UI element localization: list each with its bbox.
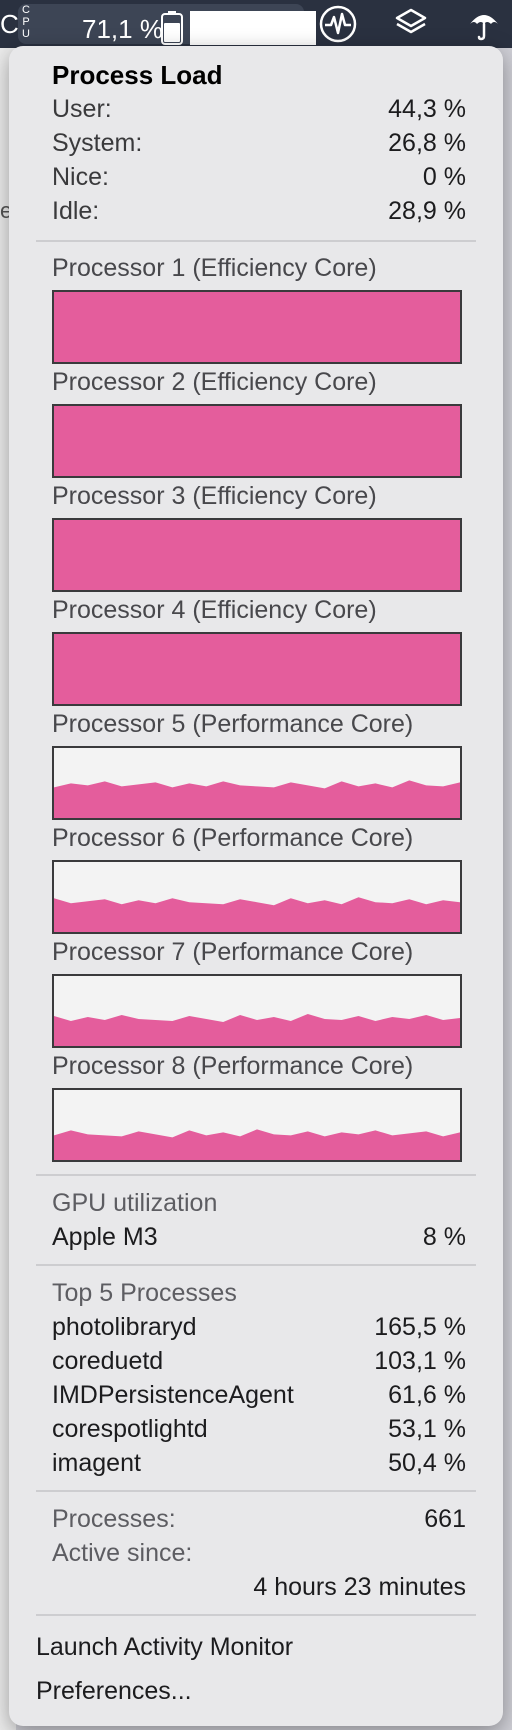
cpu-dropdown-menu: Process Load User: 44,3 % System: 26,8 %… <box>9 46 503 1726</box>
processor-1-label: Processor 1 (Efficiency Core) <box>52 254 377 282</box>
processor-5-label: Processor 5 (Performance Core) <box>52 710 414 738</box>
processor-load-fill <box>54 520 460 590</box>
umbrella-icon[interactable] <box>464 4 504 44</box>
processor-load-area <box>54 780 460 818</box>
gpu-utilization-title: GPU utilization <box>52 1189 218 1217</box>
processor-2-graph <box>52 404 462 478</box>
processor-load-fill <box>54 897 460 932</box>
processor-load-area <box>54 1129 460 1160</box>
processor-8-label: Processor 8 (Performance Core) <box>52 1052 414 1080</box>
separator <box>36 1264 476 1266</box>
preferences-menu-item[interactable]: Preferences... <box>36 1674 192 1708</box>
processor-load-fill <box>54 634 460 704</box>
separator <box>36 240 476 242</box>
processor-load-area <box>54 292 460 362</box>
processor-load-fill <box>54 292 460 362</box>
nice-load-label: Nice: <box>52 163 109 191</box>
activity-icon[interactable] <box>318 4 358 44</box>
system-load-value: 26,8 % <box>388 129 466 157</box>
processor-4-label: Processor 4 (Efficiency Core) <box>52 596 377 624</box>
idle-load-value: 28,9 % <box>388 197 466 225</box>
system-load-label: System: <box>52 129 143 157</box>
gpu-value: 8 % <box>422 1223 466 1251</box>
processor-load-area <box>54 406 460 476</box>
processor-load-fill <box>54 1014 460 1046</box>
processor-5-graph <box>52 746 462 820</box>
process-name: imagent <box>52 1449 141 1477</box>
processes-count-label: Processes: <box>52 1505 176 1533</box>
top-processes-title: Top 5 Processes <box>52 1279 237 1307</box>
processor-3-label: Processor 3 (Efficiency Core) <box>52 482 377 510</box>
nice-load-value: 0 % <box>422 163 466 191</box>
process-value: 165,5 % <box>374 1313 466 1341</box>
processor-1-graph <box>52 290 462 364</box>
processor-6-label: Processor 6 (Performance Core) <box>52 824 414 852</box>
processor-7-label: Processor 7 (Performance Core) <box>52 938 414 966</box>
processor-6-graph <box>52 860 462 934</box>
processor-8-graph <box>52 1088 462 1162</box>
cpu-percent: 71,1 % <box>82 14 163 44</box>
processor-load-area <box>54 1014 460 1046</box>
process-name: photolibraryd <box>52 1313 197 1341</box>
processor-load-area <box>54 520 460 590</box>
processes-count-value: 661 <box>424 1505 466 1533</box>
processor-load-fill <box>54 780 460 818</box>
process-value: 103,1 % <box>374 1347 466 1375</box>
user-load-value: 44,3 % <box>388 95 466 123</box>
processor-load-area <box>54 634 460 704</box>
separator <box>36 1614 476 1616</box>
processor-7-graph <box>52 974 462 1048</box>
layers-icon[interactable] <box>391 4 431 44</box>
cpu-history-graph <box>190 11 316 45</box>
process-name: coreduetd <box>52 1347 164 1375</box>
separator <box>36 1174 476 1176</box>
cpu-status-item[interactable]: CPU 71,1 % <box>18 4 316 45</box>
process-value: 50,4 % <box>388 1449 466 1477</box>
processor-load-fill <box>54 1129 460 1160</box>
processor-3-graph <box>52 518 462 592</box>
processor-load-fill <box>54 406 460 476</box>
active-since-label: Active since: <box>52 1539 193 1567</box>
processor-4-graph <box>52 632 462 706</box>
menu-bar: C CPU 71,1 % <box>0 0 512 48</box>
process-value: 61,6 % <box>388 1381 466 1409</box>
idle-load-label: Idle: <box>52 197 100 225</box>
battery-icon <box>161 11 183 45</box>
user-load-label: User: <box>52 95 112 123</box>
process-name: corespotlightd <box>52 1415 208 1443</box>
launch-activity-monitor-menu-item[interactable]: Launch Activity Monitor <box>36 1630 293 1664</box>
cpu-letter: C <box>0 9 19 39</box>
cpu-stack-label: CPU <box>22 4 30 40</box>
processor-load-area <box>54 897 460 932</box>
processor-2-label: Processor 2 (Efficiency Core) <box>52 368 377 396</box>
gpu-name: Apple M3 <box>52 1223 158 1251</box>
active-since-value: 4 hours 23 minutes <box>253 1573 466 1601</box>
process-value: 53,1 % <box>388 1415 466 1443</box>
separator <box>36 1490 476 1492</box>
process-name: IMDPersistenceAgent <box>52 1381 294 1409</box>
